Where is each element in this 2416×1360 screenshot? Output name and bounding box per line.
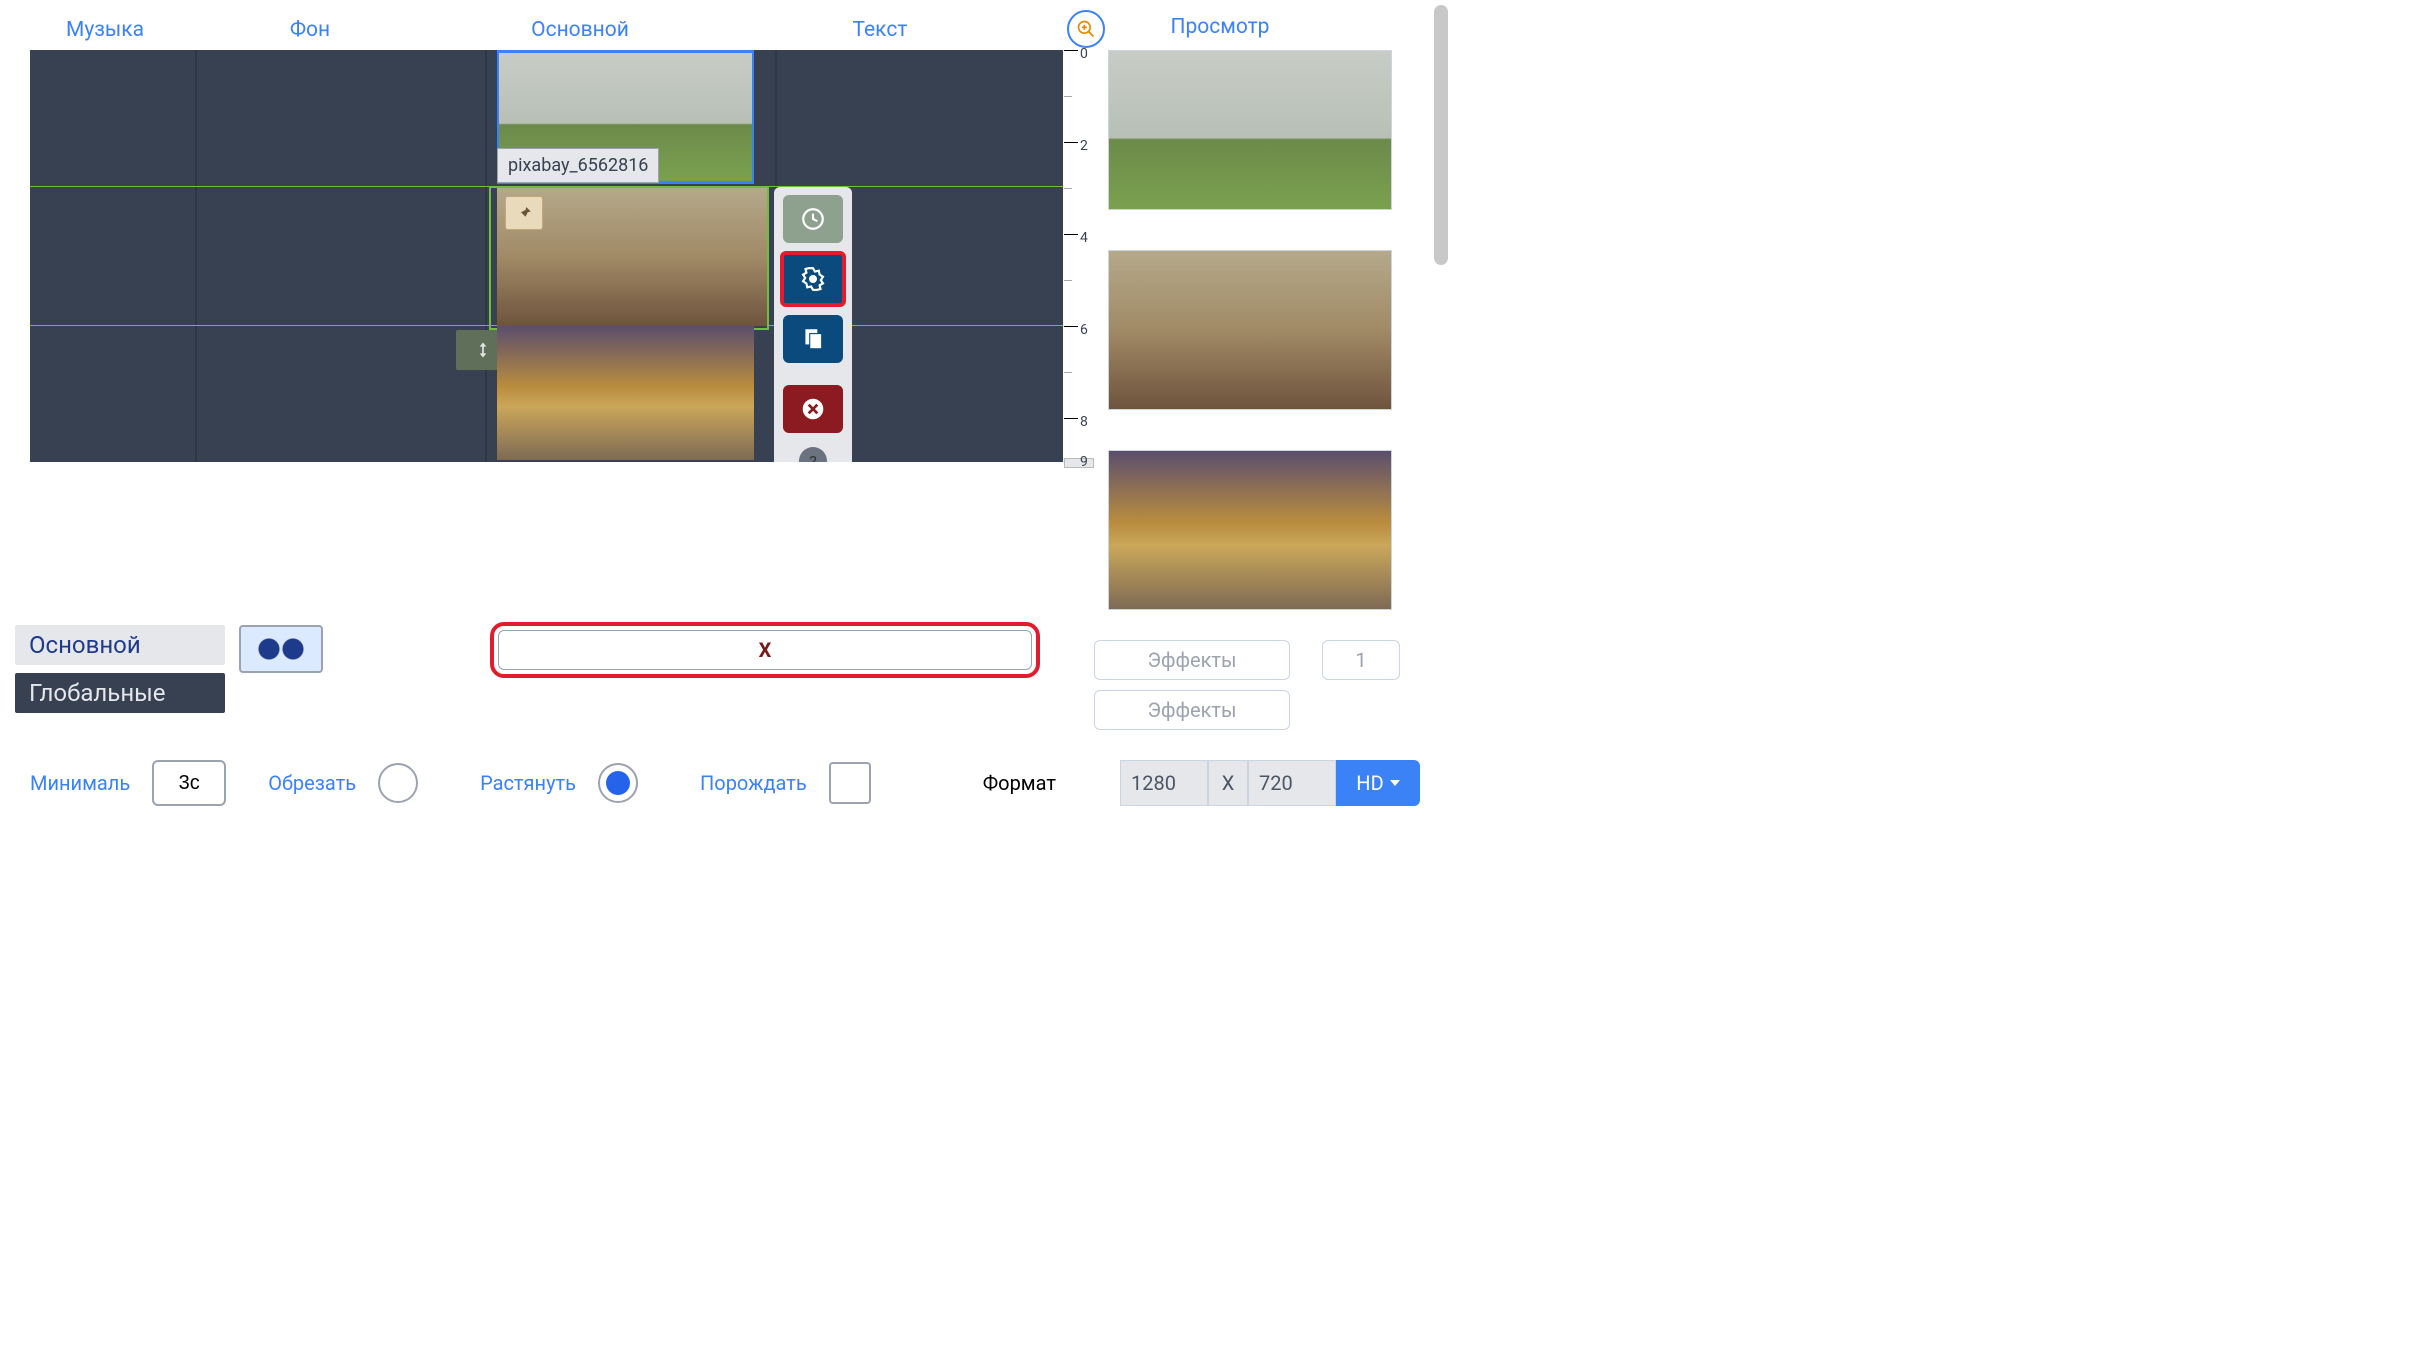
vertical-drag-icon — [473, 340, 493, 360]
clock-icon — [800, 206, 826, 232]
delete-icon — [800, 396, 826, 422]
stretch-radio[interactable] — [598, 763, 638, 803]
clear-transition-highlight: X — [490, 622, 1040, 678]
format-preset-label: HD — [1356, 771, 1383, 795]
format-preset-dropdown[interactable]: HD — [1336, 760, 1420, 806]
tab-text[interactable]: Текст — [730, 18, 1030, 42]
tab-background[interactable]: Фон — [190, 18, 430, 42]
crop-radio[interactable] — [378, 763, 418, 803]
page-scrollbar[interactable] — [1434, 5, 1448, 265]
ruler-tick-label: 2 — [1080, 138, 1088, 154]
min-duration-label: Минималь — [30, 771, 130, 795]
clip-thumbnail — [497, 326, 754, 460]
pin-icon — [515, 204, 533, 222]
ruler-tick-label: 6 — [1080, 322, 1088, 338]
bottom-controls: Минималь Обрезать Растянуть Порождать Фо… — [30, 760, 1420, 806]
time-ruler: 0 2 4 6 8 9 — [1064, 50, 1094, 475]
preview-column — [1108, 50, 1398, 610]
ruler-tick-label: 9 — [1080, 454, 1088, 470]
tab-main[interactable]: Основной — [430, 18, 730, 42]
duplicate-button[interactable] — [783, 315, 843, 363]
format-width-input[interactable]: 1280 — [1120, 760, 1208, 806]
preview-column-label: Просмотр — [1080, 15, 1360, 39]
ruler-tick-label: 4 — [1080, 230, 1088, 246]
effects-count[interactable]: 1 — [1322, 640, 1400, 680]
preview-thumb-3[interactable] — [1108, 450, 1392, 610]
spawn-label: Порождать — [700, 771, 807, 795]
delete-button[interactable] — [783, 385, 843, 433]
copy-icon — [800, 326, 826, 352]
chevron-down-icon — [1390, 780, 1400, 786]
track-divider — [485, 50, 487, 462]
effects-button-1[interactable]: Эффекты — [1094, 640, 1290, 680]
clip-sunset[interactable] — [497, 326, 754, 460]
effects-button-2[interactable]: Эффекты — [1094, 690, 1290, 730]
ruler-tick-label: 0 — [1080, 46, 1088, 62]
settings-button[interactable] — [780, 251, 846, 307]
track-divider — [195, 50, 197, 462]
gear-icon — [800, 266, 826, 292]
transition-preset-thumb[interactable] — [239, 625, 323, 673]
stretch-label: Растянуть — [480, 771, 576, 795]
duration-button[interactable] — [783, 195, 843, 243]
tab-music[interactable]: Музыка — [20, 18, 190, 42]
timeline[interactable]: pixabay_6562816 — [30, 50, 1063, 462]
crop-label: Обрезать — [268, 771, 356, 795]
mode-main-chip[interactable]: Основной — [15, 625, 225, 665]
format-label: Формат — [983, 771, 1056, 795]
spawn-checkbox[interactable] — [829, 762, 871, 804]
ruler-tick-label: 8 — [1080, 414, 1088, 430]
format-group: 1280 X 720 HD — [1120, 760, 1420, 806]
clip-context-toolbar: ? — [774, 187, 852, 462]
pin-toggle[interactable] — [505, 196, 543, 230]
preview-thumb-2[interactable] — [1108, 250, 1392, 410]
min-duration-input[interactable] — [152, 760, 226, 806]
format-height-input[interactable]: 720 — [1248, 760, 1336, 806]
clip-filename-label: pixabay_6562816 — [497, 148, 659, 183]
preview-thumb-1[interactable] — [1108, 50, 1392, 210]
mode-global-chip[interactable]: Глобальные — [15, 673, 225, 713]
format-x-separator: X — [1208, 760, 1248, 806]
clear-transition-button[interactable]: X — [498, 630, 1032, 670]
help-button[interactable]: ? — [799, 447, 827, 462]
